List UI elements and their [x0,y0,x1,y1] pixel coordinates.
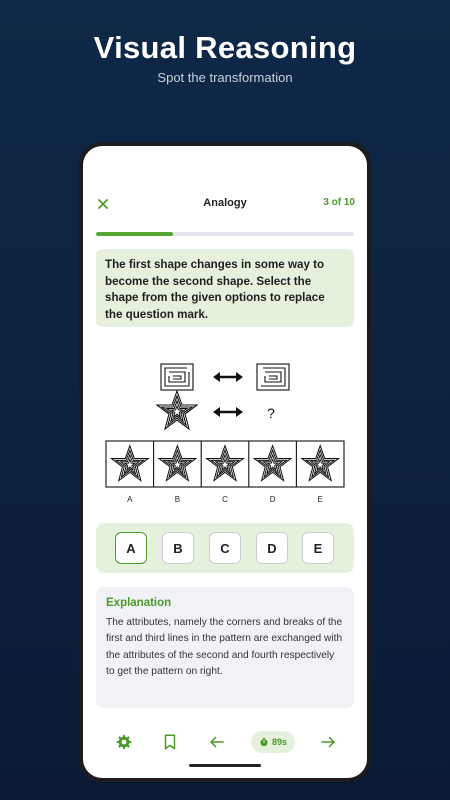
stopwatch-icon [260,737,268,747]
top-bar: Analogy 3 of 10 [83,192,367,216]
double-arrow-icon [213,407,243,417]
explanation-card: Explanation The attributes, namely the c… [96,587,354,708]
puzzle-svg: ? A B C D E [105,363,345,504]
question-mark: ? [267,405,275,421]
option-e-button[interactable]: E [302,532,334,564]
phone-frame: Analogy 3 of 10 The first shape changes … [79,142,371,782]
figure-label-a: A [127,495,133,504]
option-figure-d [253,445,292,482]
timer-badge: 89s [251,731,295,753]
gear-icon[interactable] [115,733,133,751]
option-b-button[interactable]: B [162,532,194,564]
source-pattern-1 [160,363,194,391]
progress-fill [96,232,174,236]
home-indicator [189,764,261,767]
timer-value: 89s [271,737,288,747]
arrow-right-icon[interactable] [319,733,337,751]
option-figures [105,440,345,488]
app-screen: Analogy 3 of 10 The first shape changes … [83,146,367,778]
option-d-button[interactable]: D [256,532,288,564]
progress-bar [96,232,354,236]
answer-options: A B C D E [96,523,354,573]
bottom-bar: 89s [83,728,367,756]
promo-subtitle: Spot the transformation [157,70,293,85]
puzzle-figure: ? A B C D E [83,342,367,512]
option-figure-a [110,445,149,482]
option-a-button[interactable]: A [115,532,147,564]
option-figure-c [206,445,244,482]
question-counter: 3 of 10 [323,197,355,208]
figure-label-c: C [222,495,228,504]
question-text: The first shape changes in some way to b… [96,249,354,327]
result-pattern-1 [256,363,290,391]
option-figure-b [158,445,197,482]
double-arrow-icon [213,372,243,382]
explanation-body: The attributes, namely the corners and b… [106,617,343,678]
bookmark-icon[interactable] [161,733,179,751]
arrow-left-icon[interactable] [208,733,226,751]
figure-label-b: B [175,495,180,504]
figure-label-d: D [270,495,276,504]
explanation-title: Explanation [106,597,172,609]
figure-label-e: E [318,495,323,504]
option-c-button[interactable]: C [209,532,241,564]
option-figure-e [301,445,340,482]
source-pattern-2 [156,390,198,430]
promo-title: Visual Reasoning [93,30,357,65]
